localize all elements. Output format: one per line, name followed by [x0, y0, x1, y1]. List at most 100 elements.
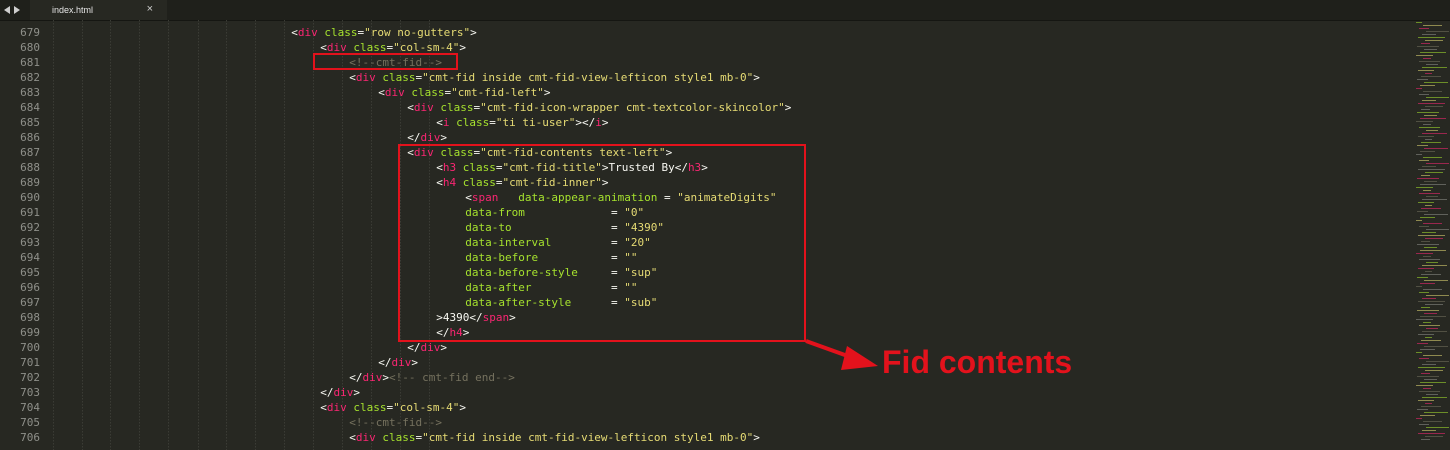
code-token: > [543, 86, 551, 99]
minimap[interactable] [1413, 20, 1450, 450]
minimap-line [1416, 55, 1433, 56]
code-token: < [378, 86, 385, 99]
minimap-line [1424, 280, 1448, 281]
code-line: </div> [407, 340, 447, 355]
minimap-line [1418, 367, 1445, 368]
minimap-line [1418, 70, 1434, 71]
minimap-line [1419, 94, 1429, 95]
code-token: div [391, 356, 412, 369]
minimap-line [1418, 136, 1434, 137]
line-number: 693 [20, 236, 40, 249]
close-icon[interactable]: × [147, 3, 153, 15]
line-number: 684 [20, 101, 40, 114]
line-number: 701 [20, 356, 40, 369]
minimap-line [1425, 370, 1443, 371]
minimap-line [1420, 217, 1435, 218]
minimap-line [1420, 415, 1435, 416]
code-line: </div> [407, 130, 447, 145]
minimap-line [1422, 100, 1436, 101]
minimap-line [1419, 226, 1429, 227]
code-token: "col-sm-4" [393, 401, 460, 414]
minimap-line [1422, 199, 1447, 200]
minimap-line [1417, 211, 1428, 212]
arrow-right-icon[interactable] [14, 6, 20, 14]
code-token: < [349, 431, 356, 444]
code-token: div [297, 26, 318, 39]
code-token: < [436, 116, 443, 129]
minimap-line [1421, 307, 1430, 308]
code-token: div [355, 71, 376, 84]
minimap-line [1420, 250, 1446, 251]
minimap-line [1425, 172, 1443, 173]
minimap-line [1418, 235, 1445, 236]
code-token: < [291, 26, 298, 39]
fid-contents-highlight-box [398, 144, 806, 342]
code-token: class [440, 101, 474, 114]
minimap-line [1425, 271, 1432, 272]
minimap-line [1421, 43, 1430, 44]
code-token: > [411, 356, 418, 369]
minimap-line [1422, 364, 1436, 365]
indent-guide [168, 20, 169, 450]
line-number: 705 [20, 416, 40, 429]
minimap-line [1423, 58, 1431, 59]
code-token: i [595, 116, 602, 129]
minimap-line [1417, 343, 1428, 344]
minimap-line [1425, 337, 1432, 338]
tab-index-html[interactable]: index.html × [30, 0, 167, 20]
code-line: </div> [378, 355, 418, 370]
code-line: </div><!-- cmt-fid end--> [349, 370, 515, 385]
minimap-line [1422, 166, 1436, 167]
minimap-line [1420, 382, 1446, 383]
minimap-line [1420, 283, 1435, 284]
minimap-line [1425, 205, 1432, 206]
minimap-line [1417, 244, 1439, 245]
minimap-line [1417, 112, 1439, 113]
minimap-line [1416, 286, 1422, 287]
code-token: div [384, 86, 405, 99]
indent-guide [198, 20, 199, 450]
minimap-line [1419, 127, 1440, 128]
minimap-line [1423, 388, 1431, 389]
indent-guide [284, 20, 285, 450]
code-line: </div> [320, 385, 360, 400]
indent-guide [255, 20, 256, 450]
minimap-line [1420, 349, 1435, 350]
minimap-line [1422, 397, 1447, 398]
code-token: div [362, 371, 383, 384]
minimap-line [1423, 223, 1442, 224]
minimap-line [1421, 439, 1430, 440]
minimap-line [1421, 142, 1441, 143]
code-token: "cmt-fid-icon-wrapper cmt-textcolor-skin… [480, 101, 785, 114]
code-token: > [601, 116, 609, 129]
code-token: = [489, 116, 496, 129]
minimap-line [1425, 139, 1432, 140]
code-token: div [420, 341, 441, 354]
minimap-line [1424, 313, 1437, 314]
minimap-line [1425, 73, 1432, 74]
minimap-line [1426, 328, 1438, 329]
minimap-line [1417, 79, 1428, 80]
code-token: i [442, 116, 450, 129]
line-number: 699 [20, 326, 40, 339]
code-token: < [320, 401, 327, 414]
line-number: 706 [20, 431, 40, 444]
minimap-line [1425, 436, 1443, 437]
minimap-line [1416, 319, 1433, 320]
minimap-line [1422, 265, 1447, 266]
minimap-line [1423, 289, 1442, 290]
minimap-line [1423, 256, 1431, 257]
minimap-line [1424, 214, 1448, 215]
minimap-line [1423, 124, 1431, 125]
arrow-left-icon[interactable] [4, 6, 10, 14]
code-token: </ [407, 131, 421, 144]
minimap-line [1418, 169, 1445, 170]
minimap-line [1426, 97, 1449, 98]
code-token: > [753, 431, 760, 444]
code-line: <!--cmt-fid--> [349, 415, 442, 430]
minimap-line [1418, 334, 1434, 335]
line-number: 686 [20, 131, 40, 144]
minimap-line [1422, 133, 1447, 134]
code-line: <div class="cmt-fid inside cmt-fid-view-… [349, 430, 760, 445]
line-number: 685 [20, 116, 40, 129]
